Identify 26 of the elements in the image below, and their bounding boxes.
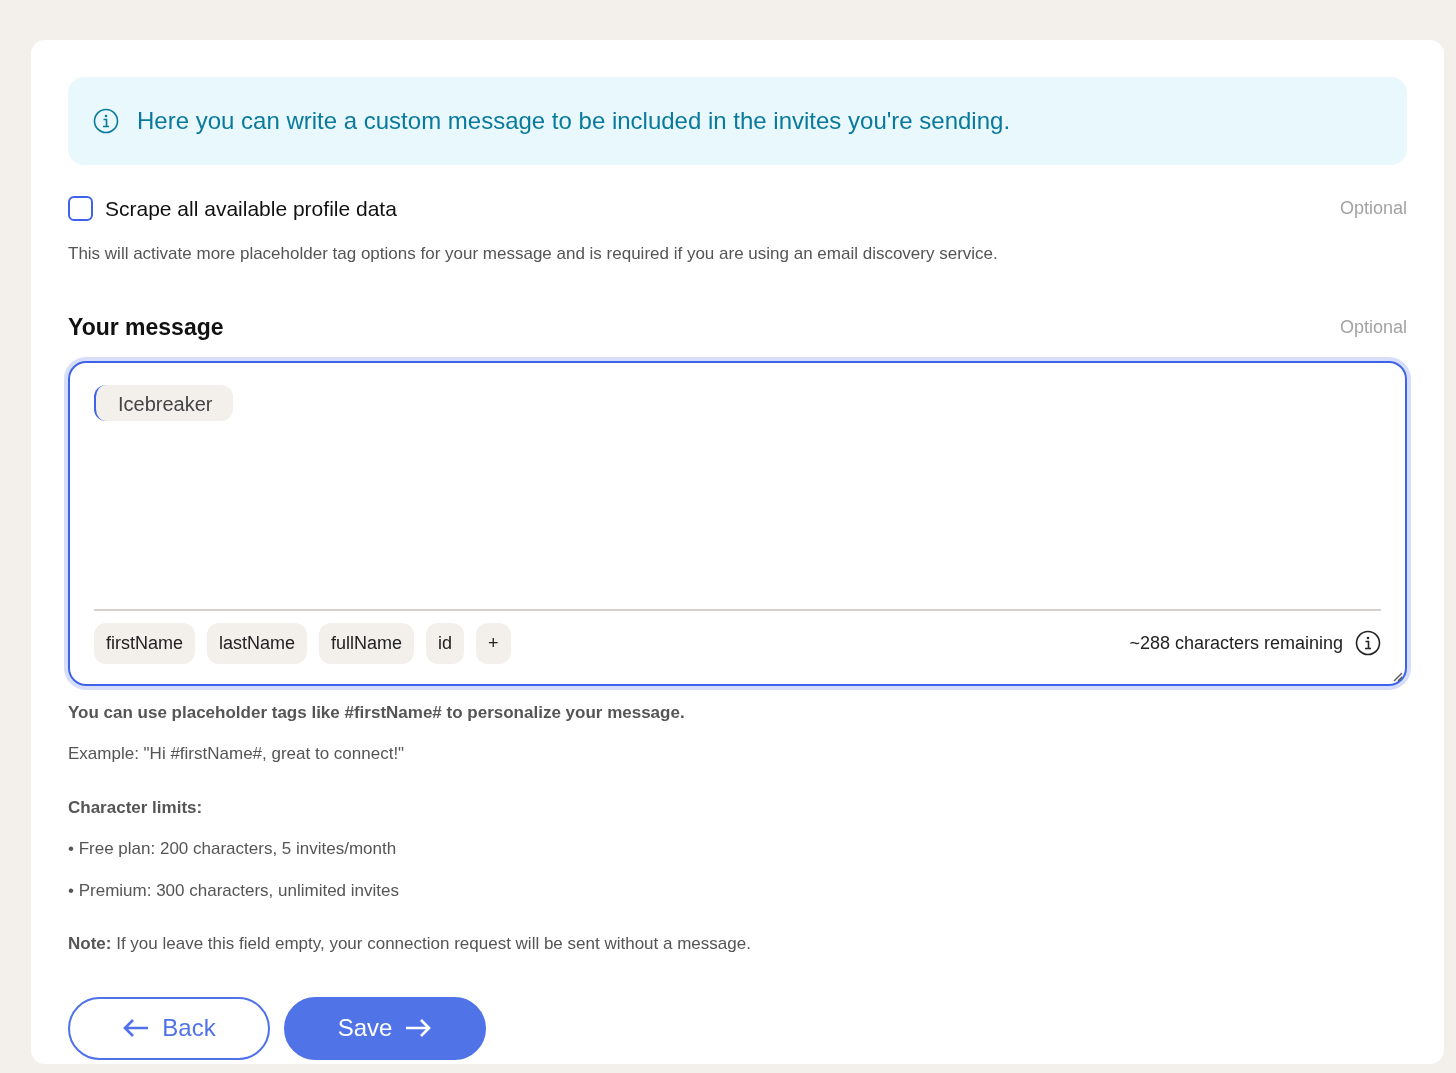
help-text: You can use placeholder tags like #firstName# to personalize your message. xyxy=(68,701,686,724)
optional-label: Optional xyxy=(1339,315,1407,339)
option-description: This will activate more placeholder tag options for your message and is required if you are using an email discovery service. xyxy=(68,242,999,265)
back-button[interactable]: Back xyxy=(68,996,270,1060)
tag-button[interactable]: lastName xyxy=(207,622,308,664)
save-button[interactable]: Save xyxy=(284,996,486,1060)
checkbox[interactable] xyxy=(68,196,93,222)
left-arrow-icon xyxy=(122,1018,151,1038)
info-icon[interactable] xyxy=(1355,630,1381,656)
info-icon xyxy=(93,108,119,134)
info-message: Here you can write a custom message to be included in the invites you're sending. xyxy=(137,106,1011,136)
character-counter: ~288 characters remaining xyxy=(1129,631,1343,655)
note-text: Note: If you leave this field empty, your connection request will be sent without a message. xyxy=(68,933,752,955)
limit-item: • Premium: 300 characters, unlimited invites xyxy=(68,879,400,902)
placeholder-chip[interactable]: Icebreaker xyxy=(94,384,233,421)
tag-button[interactable]: firstName xyxy=(94,622,195,664)
tag-button[interactable]: id xyxy=(426,622,465,664)
limits-heading: Character limits: xyxy=(68,796,204,819)
checkbox-label: Scrape all available profile data xyxy=(105,196,397,222)
limit-item: • Free plan: 200 characters, 5 invites/month xyxy=(68,838,398,860)
optional-label: Optional xyxy=(1339,197,1407,221)
section-title: Your message xyxy=(68,313,224,342)
right-arrow-icon xyxy=(404,1018,433,1038)
example-text: Example: "Hi #firstName#, great to connect!" xyxy=(68,743,406,765)
tag-button[interactable]: fullName xyxy=(319,622,415,664)
tag-button[interactable]: + xyxy=(476,622,511,664)
